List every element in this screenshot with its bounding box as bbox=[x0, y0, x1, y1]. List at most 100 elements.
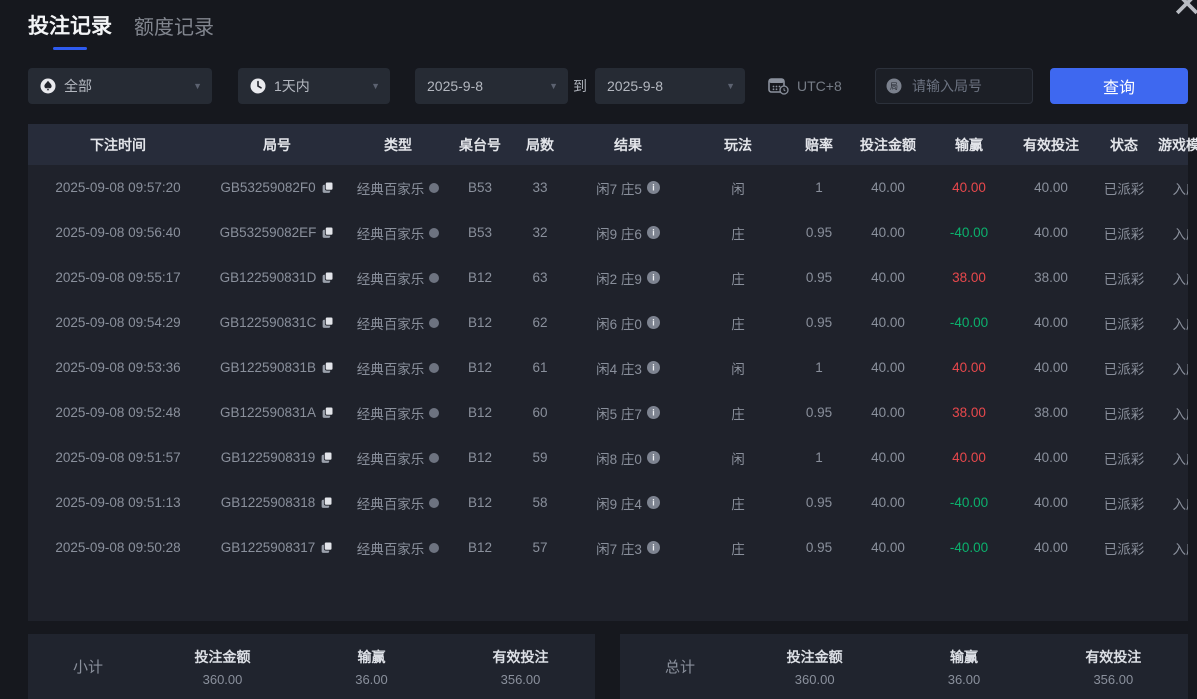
record-tabs: 投注记录 额度记录 bbox=[28, 10, 214, 50]
cell-odds: 0.95 bbox=[805, 315, 833, 330]
cell-result: 闲9 庄6 i bbox=[570, 223, 686, 243]
copy-icon[interactable] bbox=[321, 406, 334, 419]
copy-icon[interactable] bbox=[320, 451, 333, 464]
tab-quota-records[interactable]: 额度记录 bbox=[134, 11, 214, 50]
svg-text:i: i bbox=[652, 543, 654, 553]
cell-time: 2025-09-08 09:51:13 bbox=[55, 495, 181, 510]
cell-odds: 1 bbox=[815, 360, 823, 375]
copy-icon[interactable] bbox=[321, 361, 334, 374]
cell-status: 已派彩 bbox=[1103, 361, 1145, 377]
table-row: 2025-09-08 09:54:29 GB122590831C 经典百家乐 B12 6… bbox=[28, 300, 1188, 345]
subtotal-panel: 小计 投注金额 360.00 输赢 36.00 有效投注 356.00 bbox=[28, 634, 595, 699]
cell-round-no: 59 bbox=[532, 450, 548, 465]
table-header-row: 下注时间 局号 类型 桌台号 局数 结果 玩法 赔率 投注金额 输赢 有效投注 状态 游戏模式 bbox=[28, 124, 1197, 165]
cell-result: 闲4 庄3 i bbox=[570, 358, 686, 378]
table-row: 2025-09-08 09:51:13 GB1225908318 经典百家乐 B12 5… bbox=[28, 480, 1188, 525]
round-number-input[interactable] bbox=[910, 77, 1024, 95]
copy-icon[interactable] bbox=[321, 271, 334, 284]
table-row: 2025-09-08 09:56:40 GB53259082EF 经典百家乐 B53 3… bbox=[28, 210, 1188, 255]
cell-status: 已派彩 bbox=[1103, 271, 1145, 287]
cell-time: 2025-09-08 09:52:48 bbox=[55, 405, 181, 420]
cell-play: 庄 bbox=[731, 226, 745, 242]
cell-table-no: B12 bbox=[467, 540, 493, 555]
copy-icon[interactable] bbox=[321, 181, 334, 194]
cell-round-id: GB122590831B bbox=[208, 360, 346, 375]
copy-icon[interactable] bbox=[320, 541, 333, 554]
cell-mode: 入座 bbox=[1172, 451, 1189, 467]
tab-bet-records[interactable]: 投注记录 bbox=[28, 10, 112, 50]
total-valid-bet: 有效投注 356.00 bbox=[1039, 647, 1188, 687]
cell-play: 闲 bbox=[731, 451, 745, 467]
time-range-dropdown[interactable]: 1天内 ▼ bbox=[238, 68, 390, 104]
cell-table-no: B12 bbox=[467, 360, 493, 375]
table-row: 2025-09-08 09:57:20 GB53259082F0 经典百家乐 B53 3… bbox=[28, 165, 1188, 210]
game-logo-dot bbox=[429, 542, 440, 553]
round-number-icon: 局 bbox=[886, 78, 902, 94]
date-from-dropdown[interactable]: 2025-9-8 ▼ bbox=[415, 68, 568, 104]
cell-mode: 入座 bbox=[1172, 316, 1189, 332]
info-icon[interactable]: i bbox=[646, 361, 660, 374]
query-button[interactable]: 查询 bbox=[1050, 68, 1188, 104]
cell-round-id: GB1225908317 bbox=[208, 540, 346, 555]
tab-quota-records-label: 额度记录 bbox=[134, 17, 214, 39]
cell-round-id: GB122590831D bbox=[208, 270, 346, 285]
cell-mode: 入座 bbox=[1172, 406, 1189, 422]
close-icon[interactable]: ✕ bbox=[1171, 0, 1197, 24]
cell-round-no: 63 bbox=[532, 270, 548, 285]
cell-mode: 入座 bbox=[1172, 271, 1189, 287]
cell-result: 闲7 庄5 i bbox=[570, 178, 686, 198]
cell-win-loss: -40.00 bbox=[949, 495, 989, 510]
column-header: 类型 bbox=[384, 136, 412, 153]
cell-time: 2025-09-08 09:50:28 bbox=[55, 540, 181, 555]
column-header: 结果 bbox=[614, 136, 642, 153]
svg-text:局: 局 bbox=[890, 82, 898, 91]
cell-type: 经典百家乐 bbox=[346, 178, 450, 198]
info-icon[interactable]: i bbox=[646, 541, 660, 554]
svg-text:i: i bbox=[652, 498, 654, 508]
spade-icon bbox=[40, 78, 56, 94]
info-icon[interactable]: i bbox=[646, 406, 660, 419]
cell-type: 经典百家乐 bbox=[346, 448, 450, 468]
cell-status: 已派彩 bbox=[1103, 181, 1145, 197]
cell-odds: 1 bbox=[815, 450, 823, 465]
subtotal-label: 小计 bbox=[72, 659, 103, 676]
cell-odds: 1 bbox=[815, 180, 823, 195]
game-logo-dot bbox=[429, 362, 440, 373]
bet-amount-header: 投注金额 bbox=[194, 648, 251, 665]
column-header: 状态 bbox=[1110, 136, 1138, 153]
date-to-label: 到 bbox=[573, 78, 587, 94]
win-loss-value: 36.00 bbox=[355, 671, 388, 687]
cell-result: 闲5 庄7 i bbox=[570, 403, 686, 423]
cell-odds: 0.95 bbox=[805, 495, 833, 510]
timezone-indicator: UTC+8 bbox=[768, 68, 842, 104]
table-row: 2025-09-08 09:53:36 GB122590831B 经典百家乐 B12 6… bbox=[28, 345, 1188, 390]
cell-mode: 入座 bbox=[1172, 541, 1189, 557]
info-icon[interactable]: i bbox=[646, 181, 660, 194]
cell-win-loss: 38.00 bbox=[952, 270, 986, 285]
cell-play: 庄 bbox=[731, 541, 745, 557]
cell-round-id: GB1225908318 bbox=[208, 495, 346, 510]
table-row: 2025-09-08 09:50:28 GB1225908317 经典百家乐 B12 5… bbox=[28, 525, 1188, 570]
column-header: 桌台号 bbox=[459, 136, 501, 153]
game-logo-dot bbox=[429, 497, 440, 508]
copy-icon[interactable] bbox=[321, 316, 334, 329]
cell-valid-bet: 40.00 bbox=[1034, 360, 1068, 375]
cell-valid-bet: 40.00 bbox=[1034, 225, 1068, 240]
cell-type: 经典百家乐 bbox=[346, 223, 450, 243]
info-icon[interactable]: i bbox=[646, 271, 660, 284]
cell-round-no: 62 bbox=[532, 315, 548, 330]
game-logo-dot bbox=[429, 227, 440, 238]
column-header: 有效投注 bbox=[1023, 136, 1079, 153]
info-icon[interactable]: i bbox=[646, 226, 660, 239]
copy-icon[interactable] bbox=[320, 496, 333, 509]
game-type-dropdown[interactable]: 全部 ▼ bbox=[28, 68, 212, 104]
info-icon[interactable]: i bbox=[646, 496, 660, 509]
game-logo-dot bbox=[429, 452, 440, 463]
cell-round-no: 58 bbox=[532, 495, 548, 510]
copy-icon[interactable] bbox=[321, 226, 334, 239]
info-icon[interactable]: i bbox=[646, 451, 660, 464]
table-row: 2025-09-08 09:55:17 GB122590831D 经典百家乐 B12 6… bbox=[28, 255, 1188, 300]
info-icon[interactable]: i bbox=[646, 316, 660, 329]
date-to-dropdown[interactable]: 2025-9-8 ▼ bbox=[595, 68, 745, 104]
cell-status: 已派彩 bbox=[1103, 316, 1145, 332]
